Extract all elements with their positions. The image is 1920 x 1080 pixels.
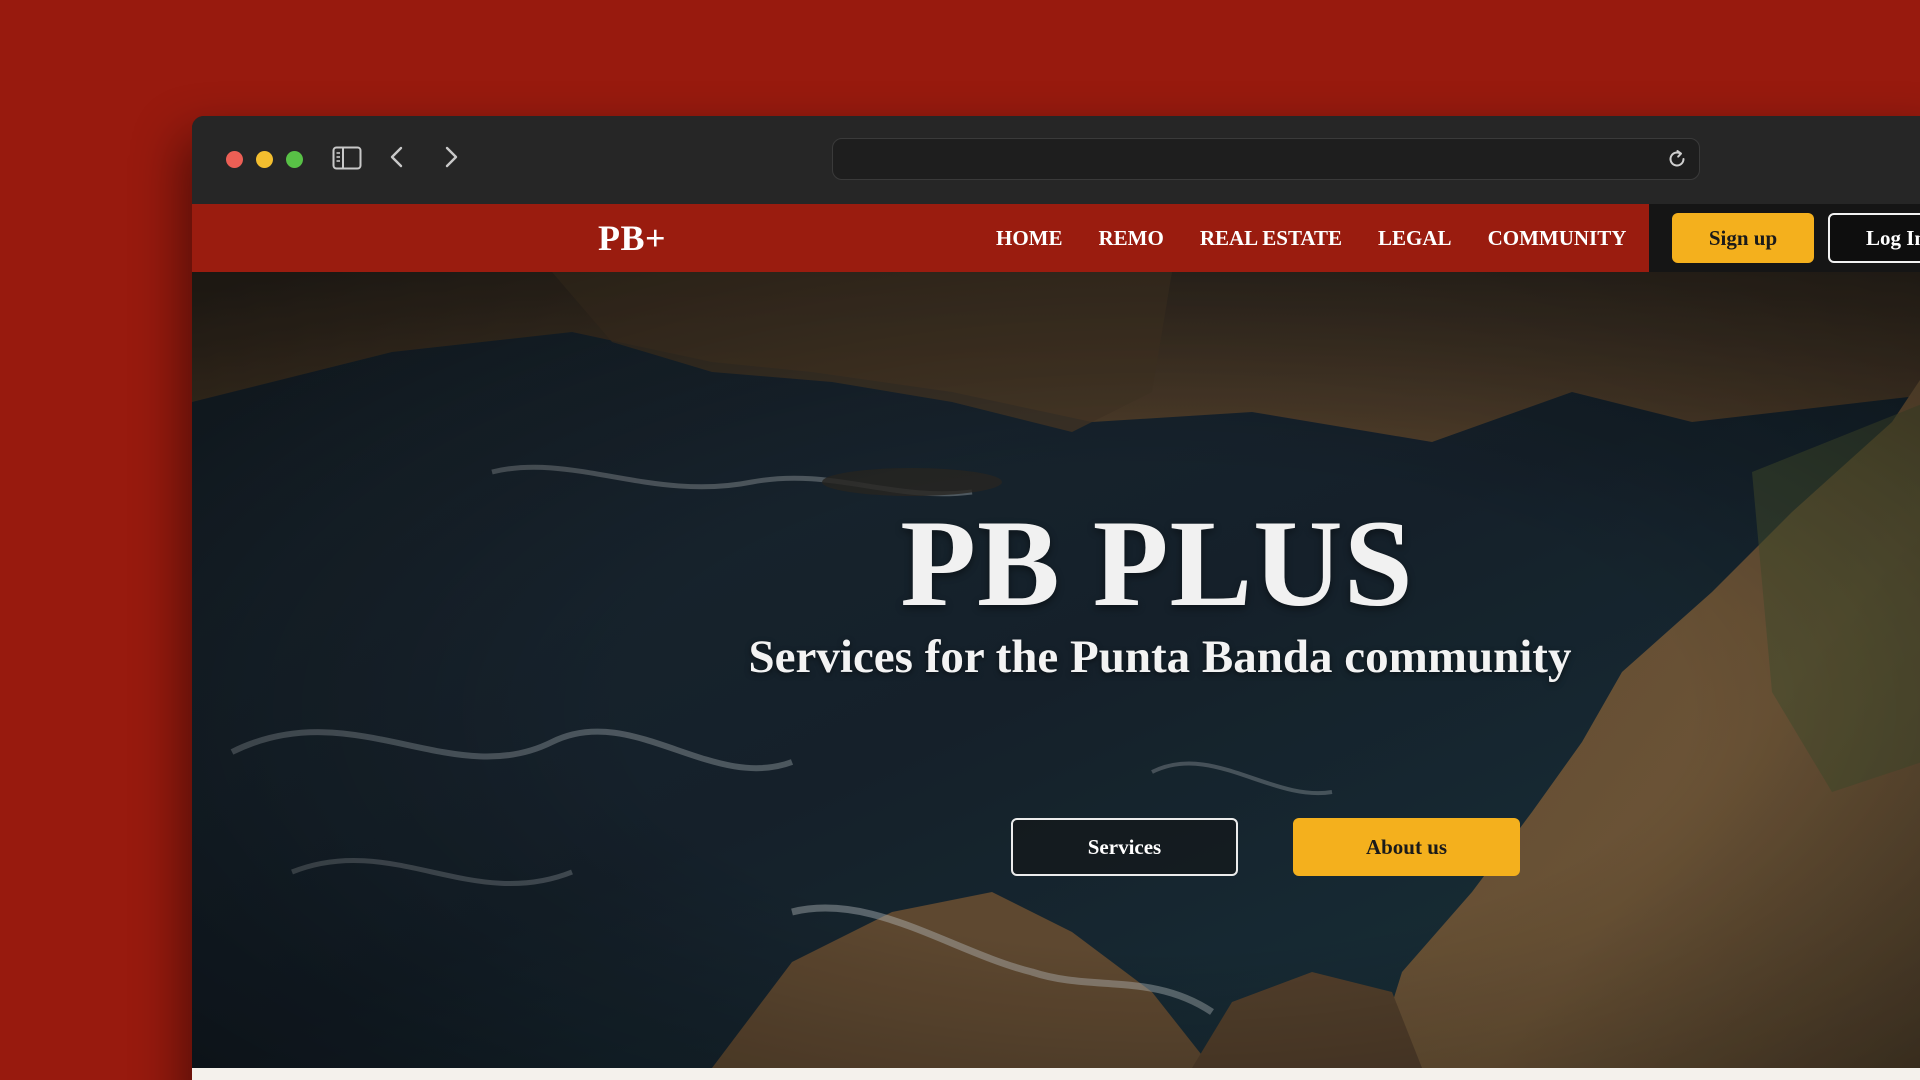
nav-link-real-estate[interactable]: REAL ESTATE xyxy=(1200,226,1342,251)
browser-titlebar xyxy=(192,116,1920,204)
chevron-left-icon[interactable] xyxy=(384,142,410,172)
site-logo[interactable]: PB+ xyxy=(598,217,666,259)
reload-icon[interactable] xyxy=(1665,147,1689,171)
site-header: PB+ HOME REMO REAL ESTATE LEGAL COMMUNIT… xyxy=(192,204,1920,272)
nav-link-remo[interactable]: REMO xyxy=(1099,226,1164,251)
browser-window: PB+ HOME REMO REAL ESTATE LEGAL COMMUNIT… xyxy=(192,116,1920,1080)
address-bar[interactable] xyxy=(832,138,1700,180)
desktop-background: PB+ HOME REMO REAL ESTATE LEGAL COMMUNIT… xyxy=(0,0,1920,1080)
log-in-button[interactable]: Log In xyxy=(1828,213,1920,263)
nav-link-community[interactable]: COMMUNITY xyxy=(1488,226,1627,251)
nav-link-home[interactable]: HOME xyxy=(996,226,1063,251)
nav-link-legal[interactable]: LEGAL xyxy=(1378,226,1452,251)
hero-subtitle: Services for the Punta Banda community xyxy=(748,631,1572,683)
close-window-button[interactable] xyxy=(226,151,243,168)
hero-title: PB PLUS xyxy=(900,495,1414,632)
services-button[interactable]: Services xyxy=(1011,818,1238,876)
sidebar-toggle-icon[interactable] xyxy=(332,144,362,172)
about-us-button[interactable]: About us xyxy=(1293,818,1520,876)
zoom-window-button[interactable] xyxy=(286,151,303,168)
sign-up-button[interactable]: Sign up xyxy=(1672,213,1814,263)
chevron-right-icon[interactable] xyxy=(438,142,464,172)
hero-section: PB PLUS Services for the Punta Banda com… xyxy=(192,272,1920,1068)
minimize-window-button[interactable] xyxy=(256,151,273,168)
main-nav: HOME REMO REAL ESTATE LEGAL COMMUNITY xyxy=(996,204,1626,272)
page-content-below-hero xyxy=(192,1068,1920,1080)
